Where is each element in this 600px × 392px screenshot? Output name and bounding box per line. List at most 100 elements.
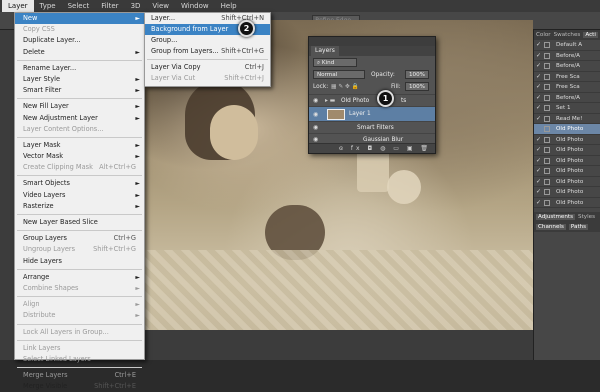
check-icon[interactable]: ✓ — [536, 72, 541, 82]
action-row[interactable]: Old Photo — [534, 124, 600, 135]
menu-item-layer-mask[interactable]: Layer Mask ► — [15, 140, 144, 151]
action-row[interactable]: ✓ Read Me! — [534, 114, 600, 124]
action-row[interactable]: ✓ Before/A — [534, 61, 600, 72]
action-row[interactable]: ✓ Old Photo — [534, 135, 600, 145]
menu-item-hide-layers[interactable]: Hide Layers — [15, 256, 144, 267]
menu-item-label: Layer Via Cut — [151, 74, 196, 82]
layer-row-old-photo[interactable]: ◉ Old Photo ▸ ▬ ts — [309, 94, 435, 106]
action-row[interactable]: ✓ Old Photo — [534, 145, 600, 156]
layer-row-layer-1[interactable]: ◉ Layer 1 — [309, 106, 435, 121]
dialog-toggle-box[interactable] — [544, 126, 550, 132]
dialog-toggle-box[interactable] — [544, 115, 550, 122]
dialog-toggle-box[interactable] — [544, 157, 550, 164]
menu-item-rename-layer[interactable]: Rename Layer... — [15, 63, 144, 74]
dialog-toggle-box[interactable] — [544, 73, 550, 80]
fill-field[interactable]: 100% — [405, 82, 429, 91]
dialog-toggle-box[interactable] — [544, 178, 550, 185]
action-row[interactable]: ✓ Free Sca — [534, 72, 600, 82]
check-icon[interactable]: ✓ — [536, 40, 541, 50]
menu-item-smart-filter[interactable]: Smart Filter ► — [15, 85, 144, 96]
menu-layer[interactable]: Layer — [2, 0, 34, 12]
menu-3d[interactable]: 3D — [125, 0, 147, 12]
menu-item-vector-mask[interactable]: Vector Mask ► — [15, 151, 144, 162]
menu-item-duplicate-layer[interactable]: Duplicate Layer... — [15, 35, 144, 46]
action-row[interactable]: ✓ Old Photo — [534, 198, 600, 208]
dock-tab-acti[interactable]: Acti — [583, 32, 598, 38]
layer-row-smart-filters[interactable]: ◉ Smart Filters — [309, 121, 435, 133]
dialog-toggle-box[interactable] — [544, 63, 550, 69]
menu-item-arrange[interactable]: Arrange ► — [15, 272, 144, 283]
dialog-toggle-box[interactable] — [544, 136, 550, 143]
menu-item-new-adjustment-layer[interactable]: New Adjustment Layer ► — [15, 113, 144, 124]
dialog-toggle-box[interactable] — [544, 52, 550, 59]
dock-tab-swatches[interactable]: Swatches — [554, 32, 581, 38]
eye-icon[interactable]: ◉ — [313, 107, 318, 122]
tab-layers[interactable]: Layers — [311, 46, 339, 56]
check-icon[interactable]: ✓ — [536, 61, 541, 71]
submenu-item-group[interactable]: Group... — [145, 35, 270, 46]
check-icon[interactable]: ✓ — [536, 166, 541, 176]
check-icon[interactable]: ✓ — [536, 114, 541, 124]
dialog-toggle-box[interactable] — [544, 94, 550, 101]
lock-icons[interactable]: ▦ ✎ ✥ 🔒 — [331, 84, 359, 90]
action-row[interactable]: ✓ Old Photo — [534, 187, 600, 198]
photo-lid — [387, 170, 421, 204]
menu-item-delete[interactable]: Delete ► — [15, 47, 144, 58]
check-icon[interactable]: ✓ — [536, 187, 541, 197]
menu-item-label: Smart Filter — [23, 86, 62, 95]
check-icon[interactable]: ✓ — [536, 198, 541, 208]
layer-thumbnail[interactable] — [327, 109, 345, 120]
dock-tab-color[interactable]: Color — [536, 32, 551, 38]
dock-tab-styles[interactable]: Styles — [578, 214, 595, 220]
dock-tab-paths[interactable]: Paths — [568, 224, 589, 230]
menu-select[interactable]: Select — [62, 0, 96, 12]
check-icon[interactable]: ✓ — [536, 177, 541, 187]
kind-filter-select[interactable]: ⌕ Kind — [313, 58, 357, 67]
menu-window[interactable]: Window — [175, 0, 215, 12]
check-icon[interactable]: ✓ — [536, 135, 541, 145]
check-icon[interactable]: ✓ — [536, 145, 541, 155]
menu-type[interactable]: Type — [34, 0, 62, 12]
menu-item-video-layers[interactable]: Video Layers ► — [15, 190, 144, 201]
action-row[interactable]: ✓ Set 1 — [534, 103, 600, 114]
dialog-toggle-box[interactable] — [544, 105, 550, 111]
menu-item-merge-visible[interactable]: Merge Visible Shift+Ctrl+E — [15, 381, 144, 392]
check-icon[interactable]: ✓ — [536, 93, 541, 103]
layers-titlebar[interactable] — [309, 37, 435, 46]
menu-item-new[interactable]: New ► — [15, 13, 144, 25]
dialog-toggle-box[interactable] — [544, 168, 550, 174]
action-row[interactable]: ✓ Before/A — [534, 51, 600, 61]
layers-footer-icons[interactable]: ɞ fx ◘ ◍ ▭ ▣ 🗑 — [309, 143, 435, 153]
action-row[interactable]: ✓ Old Photo — [534, 156, 600, 166]
dock-tab-adjustments[interactable]: Adjustments — [536, 214, 576, 220]
menu-item-label: Distribute — [23, 311, 56, 320]
dialog-toggle-box[interactable] — [544, 42, 550, 48]
dialog-toggle-box[interactable] — [544, 84, 550, 90]
menu-item-group-layers[interactable]: Group Layers Ctrl+G — [15, 233, 144, 244]
check-icon[interactable]: ✓ — [536, 51, 541, 61]
menu-item-new-layer-based-slice[interactable]: New Layer Based Slice — [15, 217, 144, 228]
check-icon[interactable]: ✓ — [536, 103, 541, 113]
check-icon[interactable]: ✓ — [536, 156, 541, 166]
menu-item-layer-style[interactable]: Layer Style ► — [15, 74, 144, 85]
action-row[interactable]: ✓ Default A — [534, 40, 600, 51]
submenu-item-layer-via-copy[interactable]: Layer Via Copy Ctrl+J — [145, 62, 270, 73]
action-row[interactable]: ✓ Old Photo — [534, 177, 600, 187]
check-icon[interactable]: ✓ — [536, 82, 541, 92]
menu-item-smart-objects[interactable]: Smart Objects ► — [15, 178, 144, 189]
dialog-toggle-box[interactable] — [544, 189, 550, 195]
dock-tab-channels[interactable]: Channels — [536, 224, 566, 230]
dialog-toggle-box[interactable] — [544, 199, 550, 206]
menu-filter[interactable]: Filter — [95, 0, 124, 12]
menu-item-new-fill-layer[interactable]: New Fill Layer ► — [15, 101, 144, 112]
blend-mode-select[interactable]: Normal — [313, 70, 365, 79]
opacity-field[interactable]: 100% — [405, 70, 429, 79]
action-row[interactable]: ✓ Free Sca — [534, 82, 600, 93]
action-row[interactable]: ✓ Before/A — [534, 93, 600, 103]
menu-help[interactable]: Help — [215, 0, 243, 12]
menu-view[interactable]: View — [146, 0, 175, 12]
dialog-toggle-box[interactable] — [544, 147, 550, 153]
action-row[interactable]: ✓ Old Photo — [534, 166, 600, 177]
menu-item-rasterize[interactable]: Rasterize ► — [15, 201, 144, 212]
submenu-item-group-from-layers[interactable]: Group from Layers... Shift+Ctrl+G — [145, 46, 270, 57]
